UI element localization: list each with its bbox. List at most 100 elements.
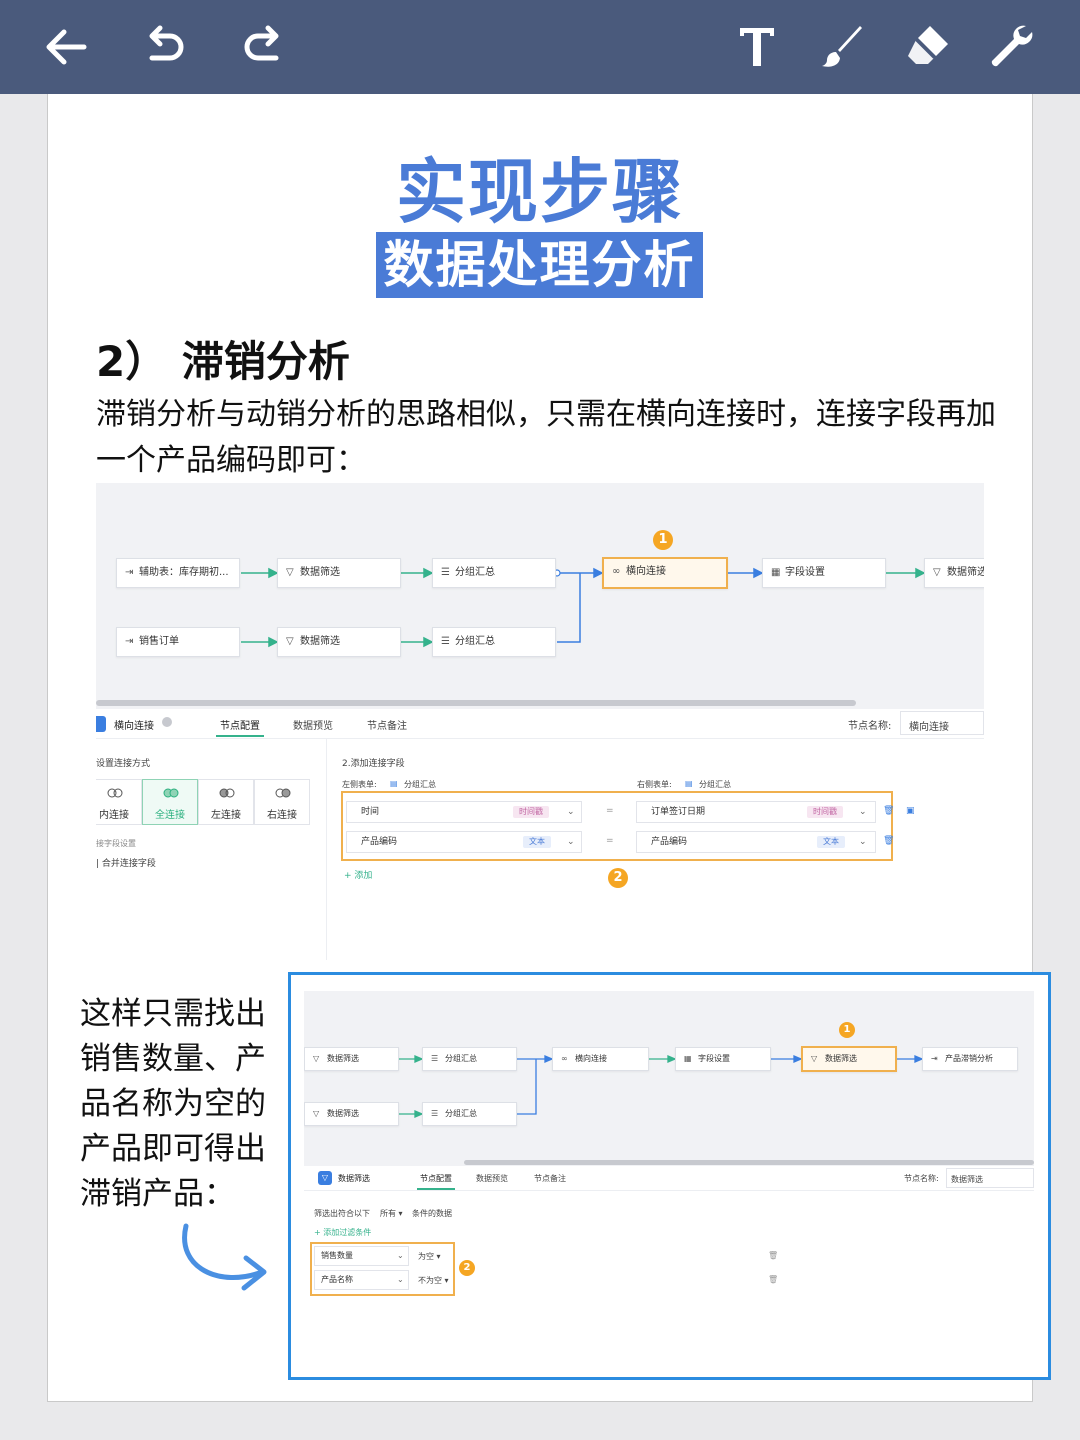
step-badge: 1 — [653, 530, 673, 550]
tab-node-note[interactable]: 节点备注 — [367, 717, 407, 732]
condition-operator-select[interactable]: 为空 ▾ — [418, 1251, 441, 1262]
add-filter-condition-button[interactable]: + 添加过滤条件 — [314, 1227, 371, 1238]
help-icon[interactable] — [162, 717, 172, 727]
merge-join-fields-option[interactable]: | 合并连接字段 — [96, 856, 156, 869]
add-field-button[interactable]: + 添加 — [344, 868, 372, 881]
condition-operator-select[interactable]: 不为空 ▾ — [418, 1275, 449, 1286]
tab-node-note[interactable]: 节点备注 — [534, 1173, 566, 1184]
horizontal-scrollbar[interactable] — [464, 1160, 1034, 1165]
trash-icon[interactable]: 🗑 — [883, 836, 894, 846]
filter-icon: ▽ — [318, 1171, 332, 1185]
flow-node[interactable]: ▦ 字段设置 — [762, 558, 886, 588]
flow-node[interactable]: ⇥ 辅助表：库存期初... — [116, 558, 240, 588]
flow-node[interactable]: ▽ 数据筛选 — [277, 558, 401, 588]
right-field-select[interactable]: 订单签订日期 时间戳 ⌄ — [636, 801, 876, 823]
step-badge: 2 — [608, 868, 628, 888]
chevron-down-icon: ⌄ — [859, 837, 867, 847]
config-tab-bar: 横向连接 节点配置 数据预览 节点备注 节点名称: 横向连接 — [96, 709, 984, 739]
chevron-down-icon: ⌄ — [397, 1251, 404, 1260]
brush-icon[interactable] — [818, 22, 868, 72]
join-type-label: 设置连接方式 — [96, 759, 151, 769]
node-type-title: 数据筛选 — [338, 1174, 370, 1183]
join-right-option[interactable]: 右连接 — [254, 779, 310, 825]
flow-node[interactable]: ☰ 分组汇总 — [422, 1102, 517, 1126]
page-title: 实现步骤 — [396, 151, 684, 233]
redo-icon[interactable] — [238, 22, 288, 72]
active-tab-indicator — [417, 1188, 455, 1190]
curved-arrow-icon — [182, 1223, 267, 1291]
flow-node-selected[interactable]: ▽ 数据筛选 — [801, 1046, 897, 1072]
type-tag: 文本 — [817, 836, 845, 848]
panel-divider — [326, 739, 327, 960]
flow-node[interactable]: ▽ 数据筛选 — [304, 1102, 399, 1126]
node-name-label: 节点名称: — [848, 721, 892, 732]
flow-node[interactable]: ∞ 横向连接 — [552, 1047, 649, 1071]
flow-connectors — [399, 1055, 924, 1118]
tab-data-preview[interactable]: 数据预览 — [476, 1173, 508, 1184]
flow-canvas: ▽ 数据筛选 ☰ 分组汇总 ∞ 横向连接 ▦ 字段设置 ▽ 数据筛选 ⇥ 产品滞销分析 ▽ 数… — [304, 991, 1034, 1166]
section-paragraph: 滞销分析与动销分析的思路相似，只需在横向连接时，连接字段再加一个产品编码即可： — [96, 397, 996, 478]
input-icon: ⇥ — [125, 636, 134, 647]
join-left-option[interactable]: 左连接 — [198, 779, 254, 825]
inner-join-icon — [107, 788, 123, 798]
node-name-input[interactable]: 横向连接 — [900, 711, 984, 735]
flow-node[interactable]: ☰ 分组汇总 — [432, 627, 556, 657]
output-icon: ⇥ — [931, 1054, 938, 1063]
filter-match-suffix: 条件的数据 — [412, 1209, 452, 1218]
node-name-input[interactable]: 数据筛选 — [946, 1168, 1034, 1188]
table-icon: ▦ — [771, 567, 781, 578]
tab-node-config[interactable]: 节点配置 — [220, 717, 260, 732]
right-field-select[interactable]: 产品编码 文本 ⌄ — [636, 831, 876, 853]
filter-icon: ▽ — [286, 567, 294, 578]
text-icon[interactable] — [732, 22, 782, 72]
left-table-label: 左侧表单: — [342, 780, 377, 789]
node-name-label: 节点名称: — [904, 1174, 939, 1183]
filter-icon: ▽ — [933, 567, 941, 578]
copy-icon[interactable]: ▣ — [906, 806, 915, 816]
input-icon: ⇥ — [125, 567, 134, 578]
flow-node[interactable]: ☰ 分组汇总 — [422, 1047, 517, 1071]
filter-match-mode-select[interactable]: 所有 ▾ — [380, 1208, 403, 1219]
type-tag: 时间戳 — [807, 806, 843, 818]
section-heading: 2） 滞销分析 — [96, 337, 350, 386]
join-full-option[interactable]: 全连接 — [142, 779, 198, 825]
flow-node[interactable]: ▦ 字段设置 — [675, 1047, 771, 1071]
trash-icon[interactable]: 🗑 — [768, 1251, 778, 1260]
flow-node[interactable]: ☰ 分组汇总 — [432, 558, 556, 588]
wrench-icon[interactable] — [986, 22, 1036, 72]
back-arrow-icon[interactable] — [40, 22, 90, 72]
left-field-select[interactable]: 时间 时间戳 ⌄ — [346, 801, 582, 823]
trash-icon[interactable]: 🗑 — [768, 1275, 778, 1284]
flow-connectors — [241, 567, 926, 648]
full-join-icon — [163, 788, 179, 798]
eraser-icon[interactable] — [902, 22, 952, 72]
join-icon: ∞ — [612, 566, 621, 577]
flow-node[interactable]: ⇥ 销售订单 — [116, 627, 240, 657]
flow-node[interactable]: ▽ 数据筛选 — [304, 1047, 399, 1071]
join-inner-option[interactable]: 内连接 — [96, 779, 142, 825]
filter-icon: ▽ — [286, 636, 294, 647]
step-badge: 1 — [839, 1022, 855, 1038]
undo-icon[interactable] — [140, 22, 190, 72]
chevron-down-icon: ⌄ — [859, 807, 867, 817]
top-toolbar — [0, 0, 1080, 94]
horizontal-scrollbar[interactable] — [96, 700, 856, 706]
left-field-select[interactable]: 产品编码 文本 ⌄ — [346, 831, 582, 853]
filter-icon: ▽ — [811, 1054, 818, 1063]
flow-node[interactable]: ▽ 数据筛选 — [924, 558, 984, 588]
type-tag: 时间戳 — [513, 806, 549, 818]
active-tab-indicator — [216, 735, 264, 737]
tab-node-config[interactable]: 节点配置 — [420, 1173, 452, 1184]
trash-icon[interactable]: 🗑 — [883, 806, 894, 816]
flow-node[interactable]: ⇥ 产品滞销分析 — [922, 1047, 1018, 1071]
group-icon: ☰ — [441, 567, 450, 578]
screenshot-filter-config: ▽ 数据筛选 ☰ 分组汇总 ∞ 横向连接 ▦ 字段设置 ▽ 数据筛选 ⇥ 产品滞销分析 ▽ 数… — [304, 991, 1034, 1363]
tab-data-preview[interactable]: 数据预览 — [293, 717, 333, 732]
condition-field-select[interactable]: 产品名称 ⌄ — [314, 1270, 409, 1290]
condition-field-select[interactable]: 销售数量 ⌄ — [314, 1246, 409, 1266]
side-annotation: 这样只需找出销售数量、产品名称为空的产品即可得出滞销产品： — [80, 996, 266, 1212]
flow-node[interactable]: ▽ 数据筛选 — [277, 627, 401, 657]
table-icon: ▤ — [390, 779, 398, 788]
flow-node-selected[interactable]: ∞ 横向连接 — [602, 557, 728, 589]
table-icon: ▦ — [684, 1054, 692, 1063]
